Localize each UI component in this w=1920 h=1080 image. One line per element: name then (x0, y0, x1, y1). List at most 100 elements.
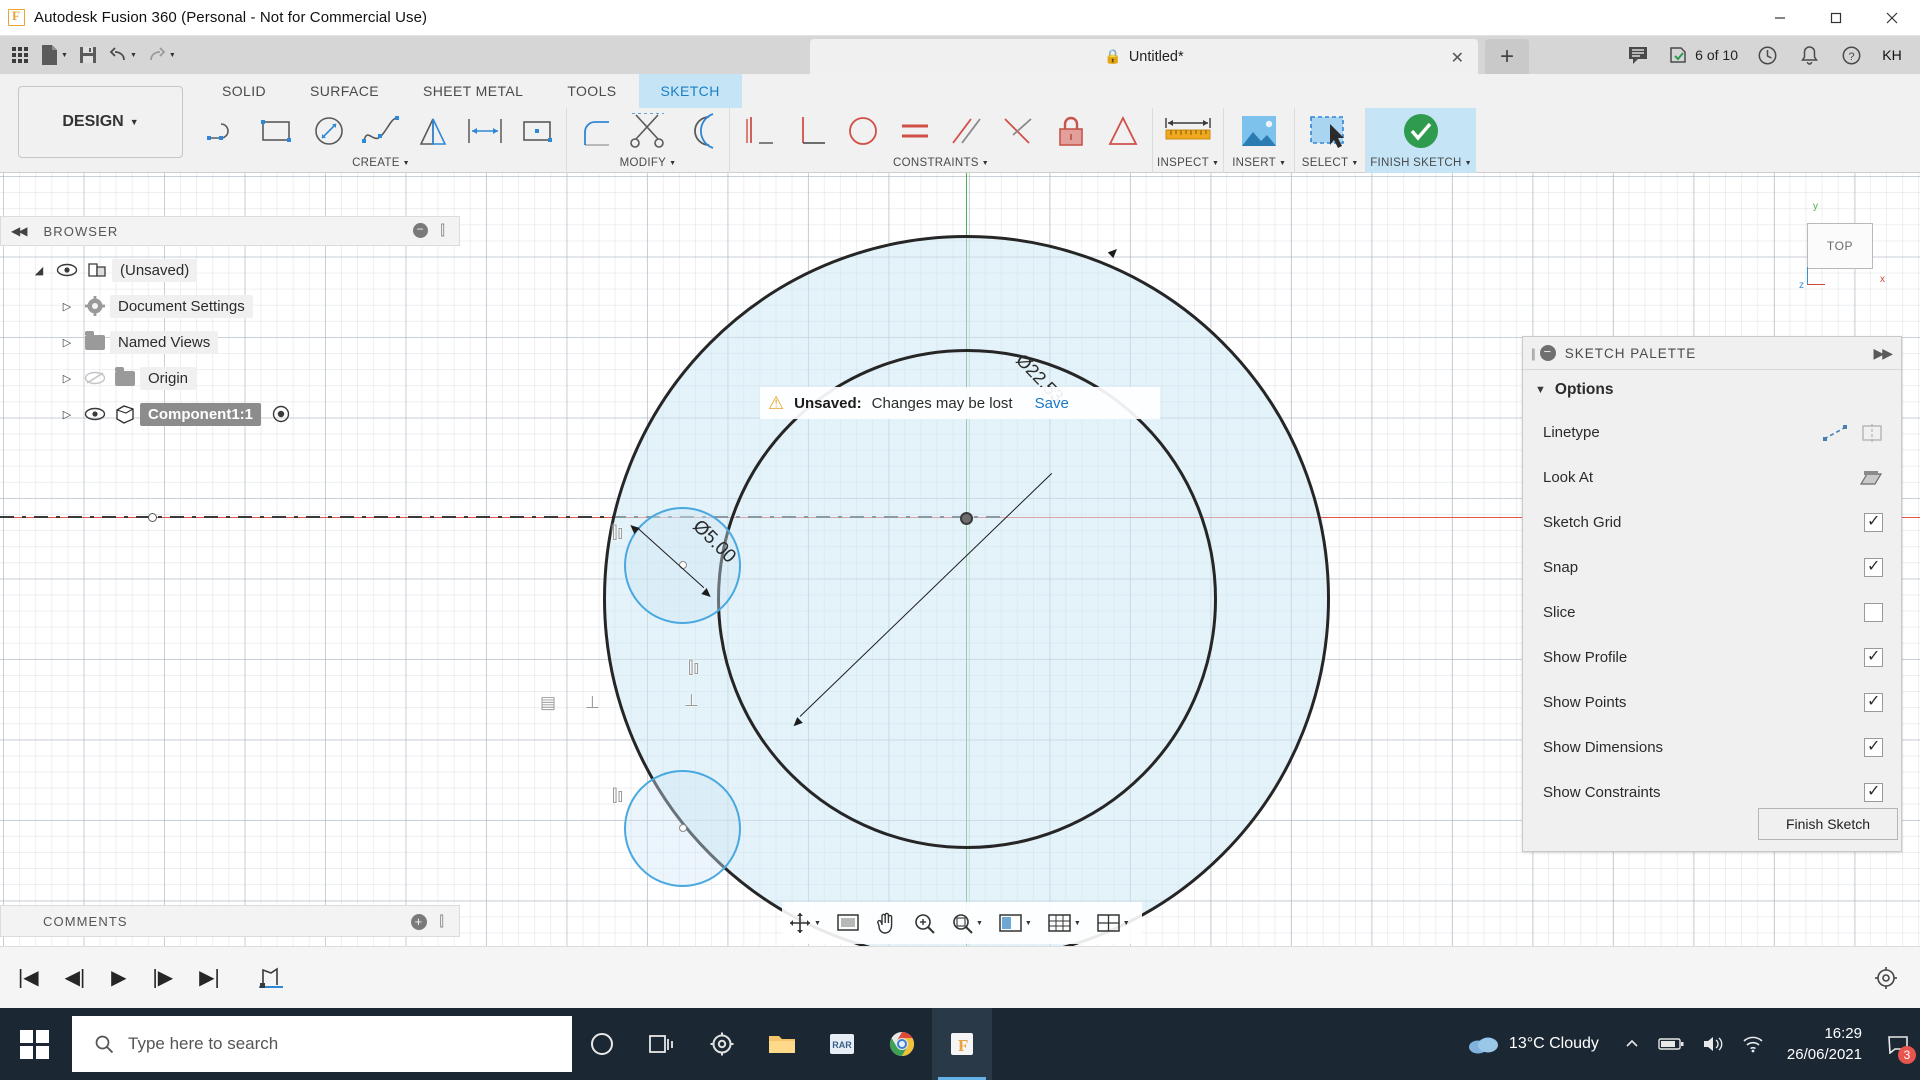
zoom-fit-button[interactable]: ▼ (945, 904, 989, 942)
jump-to-beginning-button[interactable]: |◀ (12, 961, 45, 994)
view-cube[interactable]: y TOP z x (1793, 201, 1885, 295)
chevron-down-icon[interactable]: ▼ (403, 160, 410, 167)
rectangular-pattern-button[interactable] (460, 109, 510, 153)
palette-row-sketch-grid[interactable]: Sketch Grid (1523, 500, 1901, 545)
constraint-glyph-tangent-1[interactable]: ⫿⫾ (612, 523, 623, 543)
cortana-button[interactable] (572, 1008, 632, 1080)
palette-row-look-at[interactable]: Look At (1523, 455, 1901, 500)
palette-row-show-dimensions[interactable]: Show Dimensions (1523, 725, 1901, 770)
tab-surface[interactable]: SURFACE (288, 74, 401, 108)
jobs-status-button[interactable]: 6 of 10 (1660, 36, 1746, 74)
notifications-button[interactable] (1788, 36, 1830, 74)
tab-sheet-metal[interactable]: SHEET METAL (401, 74, 545, 108)
tree-item-document-settings[interactable]: ▷ Document Settings (0, 288, 460, 324)
constraint-glyph-coincident-2[interactable]: ⊥ (585, 693, 600, 713)
sketch-grid-checkbox[interactable] (1864, 511, 1883, 532)
constraint-glyph-tangent-2[interactable]: ⫿⫾ (688, 658, 699, 678)
construction-line-icon[interactable] (1823, 424, 1847, 442)
show-profile-checkbox[interactable] (1864, 646, 1883, 667)
mirror-tool-button[interactable] (408, 109, 458, 153)
apps-grid-button[interactable] (6, 40, 34, 70)
taskbar-search-box[interactable]: Type here to search (72, 1016, 572, 1072)
volume-button[interactable] (1693, 1008, 1733, 1080)
finish-sketch-button[interactable] (1373, 109, 1469, 153)
viewcube-top-face[interactable]: TOP (1807, 223, 1873, 269)
close-button[interactable] (1864, 0, 1920, 36)
display-settings-button[interactable] (830, 904, 866, 942)
show-constraints-checkbox[interactable] (1864, 781, 1883, 802)
redo-button[interactable]: ▼ (143, 40, 180, 70)
fillet-tool-button[interactable] (571, 109, 621, 153)
viewports-button[interactable]: ▼ (1090, 904, 1136, 942)
tangent-constraint-button[interactable] (838, 109, 888, 153)
expand-twisty-icon[interactable]: ◢ (26, 264, 52, 277)
fix-constraint-button[interactable] (1046, 109, 1096, 153)
circle-tool-button[interactable] (304, 109, 354, 153)
visibility-off-icon[interactable] (80, 371, 110, 385)
chevron-down-icon[interactable]: ▼ (1279, 160, 1286, 167)
save-link[interactable]: Save (1035, 395, 1069, 412)
fusion360-taskbar-button[interactable]: F (932, 1008, 992, 1080)
chevron-down-icon[interactable]: ▼ (1465, 160, 1472, 167)
new-document-button[interactable]: ▼ (36, 40, 72, 70)
zoom-button[interactable] (907, 904, 942, 942)
chevron-down-icon[interactable]: ▼ (982, 160, 989, 167)
offset-tool-button[interactable] (675, 109, 725, 153)
tab-tools[interactable]: TOOLS (545, 74, 638, 108)
palette-row-slice[interactable]: Slice (1523, 590, 1901, 635)
constraint-glyph-coincident-1[interactable]: ⊥ (684, 691, 699, 711)
show-dimensions-checkbox[interactable] (1864, 736, 1883, 757)
show-hidden-icons-button[interactable] (1615, 1008, 1649, 1080)
taskbar-clock[interactable]: 16:29 26/06/2021 (1773, 1008, 1876, 1080)
network-button[interactable] (1733, 1008, 1773, 1080)
collapse-browser-icon[interactable]: ◀◀ (11, 224, 28, 238)
palette-drag-grip[interactable]: || (1531, 346, 1536, 361)
browser-resize-grip[interactable]: ⫿ (440, 222, 446, 239)
rectangle-tool-button[interactable] (252, 109, 302, 153)
palette-minimize-button[interactable]: − (1539, 345, 1556, 361)
comments-button[interactable] (1618, 36, 1660, 74)
step-back-button[interactable]: ◀| (59, 961, 92, 994)
component-activate-radio[interactable] (271, 404, 291, 424)
grid-snaps-button[interactable]: ▼ (1041, 904, 1087, 942)
palette-row-linetype[interactable]: Linetype (1523, 410, 1901, 455)
new-tab-button[interactable]: + (1485, 39, 1529, 74)
play-button[interactable]: ▶ (105, 961, 132, 994)
expand-twisty-icon[interactable]: ▷ (54, 336, 80, 349)
symmetry-constraint-button[interactable] (1098, 109, 1148, 153)
orbit-button[interactable]: ▼ (782, 904, 827, 942)
comments-panel-header[interactable]: COMMENTS + ⫿ (0, 905, 460, 937)
centerline-icon[interactable] (1861, 423, 1883, 442)
browser-minimize-button[interactable]: − (413, 223, 428, 238)
weather-widget[interactable]: 13°C Cloudy (1451, 1008, 1615, 1080)
center-point-main[interactable] (960, 512, 973, 525)
expand-twisty-icon[interactable]: ▷ (54, 372, 80, 385)
perpendicular-constraint-button[interactable] (786, 109, 836, 153)
constraint-glyph-tangent-3[interactable]: ⫿⫾ (612, 786, 623, 806)
parallel-constraint-button[interactable] (942, 109, 992, 153)
battery-button[interactable] (1649, 1008, 1693, 1080)
display-mode-button[interactable]: ▼ (992, 904, 1038, 942)
step-forward-button[interactable]: |▶ (147, 961, 180, 994)
snap-checkbox[interactable] (1864, 556, 1883, 577)
recent-activity-button[interactable] (1746, 36, 1788, 74)
palette-row-show-points[interactable]: Show Points (1523, 680, 1901, 725)
insert-image-button[interactable] (1228, 109, 1290, 153)
tree-item-origin[interactable]: ▷ Origin (0, 360, 460, 396)
point-tool-button[interactable] (512, 109, 562, 153)
chrome-button[interactable] (872, 1008, 932, 1080)
palette-row-snap[interactable]: Snap (1523, 545, 1901, 590)
expand-twisty-icon[interactable]: ▷ (54, 408, 80, 421)
constraint-glyph-construction[interactable]: ▤ (540, 693, 556, 713)
midpoint-constraint-button[interactable] (994, 109, 1044, 153)
spline-tool-button[interactable] (356, 109, 406, 153)
expand-twisty-icon[interactable]: ▷ (54, 300, 80, 313)
tree-item-unsaved[interactable]: ◢ (Unsaved) (0, 252, 460, 288)
comments-resize-grip[interactable]: ⫿ (439, 913, 445, 930)
trim-tool-button[interactable] (623, 109, 673, 153)
settings-taskbar-button[interactable] (692, 1008, 752, 1080)
inner-circle[interactable] (717, 349, 1217, 849)
select-tool-button[interactable] (1299, 109, 1361, 153)
horizontal-vertical-constraint-button[interactable] (734, 109, 784, 153)
measure-tool-button[interactable] (1157, 109, 1219, 153)
